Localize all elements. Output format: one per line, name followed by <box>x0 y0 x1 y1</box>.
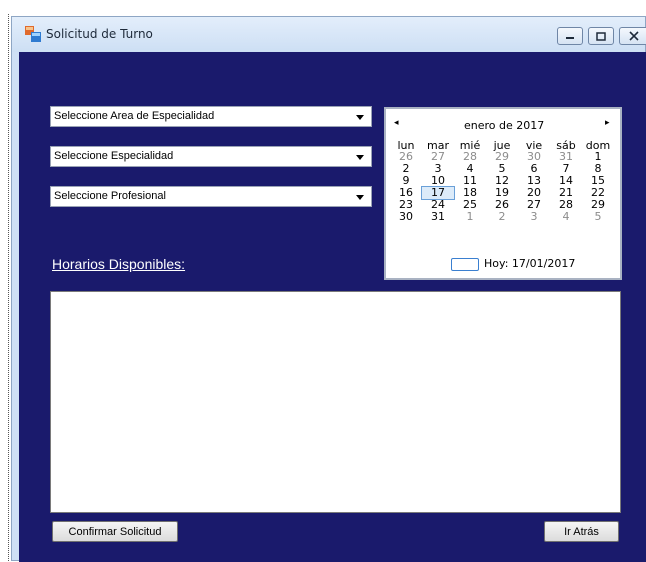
calendar-day[interactable]: 3 <box>518 211 550 223</box>
form-client-area: Seleccione Area de Especialidad Seleccio… <box>19 52 646 562</box>
left-edge-dotted-border <box>0 14 9 561</box>
profesional-select[interactable]: Seleccione Profesional <box>50 186 372 207</box>
app-form-icon <box>25 26 41 42</box>
calendar-day[interactable]: 31 <box>422 211 454 223</box>
calendar-day[interactable]: 5 <box>582 211 614 223</box>
minimize-button[interactable] <box>557 27 583 45</box>
especialidad-select[interactable]: Seleccione Especialidad <box>50 146 372 167</box>
minimize-icon <box>566 37 574 39</box>
horarios-listbox[interactable] <box>50 291 621 513</box>
maximize-button[interactable] <box>588 27 614 45</box>
month-calendar[interactable]: ◂ enero de 2017 ▸ lun mar mié jue vie sá… <box>384 107 622 280</box>
area-especialidad-select[interactable]: Seleccione Area de Especialidad <box>50 106 372 127</box>
previous-month-icon[interactable]: ◂ <box>394 118 399 128</box>
ir-atras-button[interactable]: Ir Atrás <box>544 521 619 542</box>
profesional-value: Seleccione Profesional <box>54 190 166 202</box>
especialidad-value: Seleccione Especialidad <box>54 150 174 162</box>
app-window: Solicitud de Turno Seleccione Area de Es… <box>11 16 646 562</box>
chevron-down-icon <box>356 195 364 200</box>
calendar-day[interactable]: 30 <box>390 211 422 223</box>
next-month-icon[interactable]: ▸ <box>605 118 610 128</box>
chevron-down-icon <box>356 155 364 160</box>
close-button[interactable] <box>619 27 646 45</box>
calendar-day[interactable]: 4 <box>550 211 582 223</box>
calendar-month-title[interactable]: enero de 2017 <box>464 119 544 132</box>
calendar-day[interactable]: 2 <box>486 211 518 223</box>
today-link[interactable]: Hoy: 17/01/2017 <box>484 257 575 270</box>
close-icon <box>628 31 639 41</box>
chevron-down-icon <box>356 115 364 120</box>
maximize-icon <box>596 31 606 41</box>
today-marker-icon <box>451 258 479 271</box>
calendar-day[interactable]: 1 <box>454 211 486 223</box>
confirmar-solicitud-button[interactable]: Confirmar Solicitud <box>52 521 178 542</box>
area-especialidad-value: Seleccione Area de Especialidad <box>54 110 215 122</box>
calendar-day-grid: lun mar mié jue vie sáb dom 26 27 28 29 … <box>390 139 614 223</box>
horarios-disponibles-label: Horarios Disponibles: <box>52 256 186 272</box>
title-bar[interactable]: Solicitud de Turno <box>12 17 646 52</box>
window-title: Solicitud de Turno <box>46 27 153 41</box>
